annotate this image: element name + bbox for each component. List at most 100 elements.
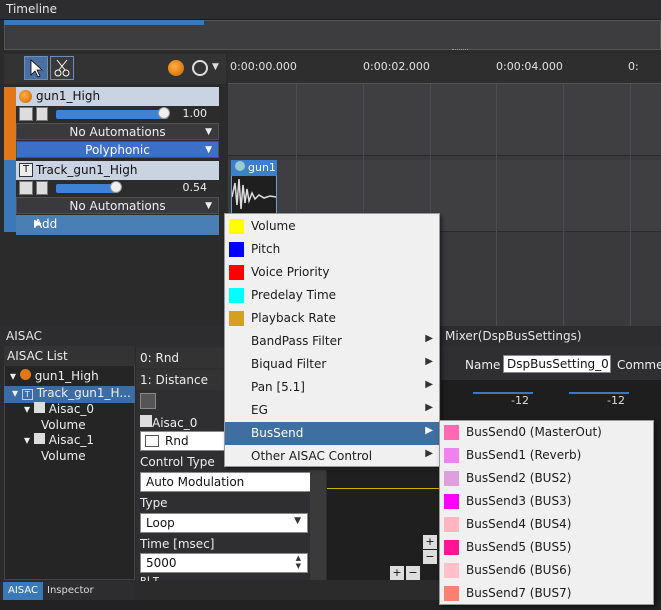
type-select[interactable]: Loop ▼ [140,513,308,533]
menu-item-pitch[interactable]: Pitch [225,238,439,261]
record-ball-icon[interactable] [168,60,184,76]
ruler-tick-label: 0:00:00.000 [230,60,297,73]
color-swatch-icon [444,586,459,601]
menu-item-biquad-filter[interactable]: Biquad Filter ▶ [225,353,439,376]
trash-icon[interactable] [36,181,48,195]
partial-label: Rl T [140,576,159,581]
color-swatch-icon [229,219,244,234]
waveform-label: gun1 [248,161,276,174]
cue-header[interactable]: gun1_High [16,87,219,106]
splitter-grip[interactable] [452,49,468,52]
cut-tool-button[interactable] [50,56,74,80]
mixer-name-input[interactable]: DspBusSetting_0 [503,355,611,373]
submenu-item-bussend0[interactable]: BusSend0 (MasterOut) [440,421,653,444]
tree-item-aisac-1[interactable]: ▾ Aisac_1 [24,433,94,447]
track-header[interactable]: T Track_gun1_High [16,161,219,180]
submenu-item-label: BusSend0 (MasterOut) [466,425,602,439]
control-type-label: Control Type [140,455,215,469]
rnd-button[interactable]: Rnd [140,431,230,451]
panel-tabs: AISAC Inspector [0,582,135,600]
menu-item-voice-priority[interactable]: Voice Priority [225,261,439,284]
submenu-item-bussend1[interactable]: BusSend1 (Reverb) [440,444,653,467]
plus-icon[interactable]: + [423,535,437,549]
submenu-item-bussend6[interactable]: BusSend6 (BUS6) [440,559,653,582]
waveform-header[interactable]: gun1 [231,160,277,176]
ruler-tick-label: 0: [628,60,639,73]
color-swatch-icon [444,471,459,486]
track-volume-slider[interactable]: 0.54 [16,180,219,197]
color-swatch-icon [444,563,459,578]
cue-automation-value: No Automations [69,125,166,139]
track-icon: T [19,163,33,177]
submenu-item-label: BusSend4 (BUS4) [466,517,572,531]
menu-item-eg[interactable]: EG ▶ [225,399,439,422]
trash-icon[interactable] [36,107,48,121]
tree-item-aisac-0[interactable]: ▾ Aisac_0 [24,402,94,416]
submenu-item-label: BusSend5 (BUS5) [466,540,572,554]
aisac-graph-icon[interactable] [19,107,33,121]
chevron-right-icon: ▶ [425,425,433,436]
spinner-icon[interactable]: ▲ ▼ [296,554,301,570]
menu-item-playback-rate[interactable]: Playback Rate [225,307,439,330]
cue-volume-slider[interactable]: 1.00 [16,106,219,123]
tree-item-volume[interactable]: Volume [41,418,86,432]
cue-lane [228,84,661,156]
menu-item-label: Voice Priority [251,265,330,279]
add-menu-item[interactable]: Add ▶ [16,215,219,235]
menu-item-other-aisac-control[interactable]: Other AISAC Control ▶ [225,445,439,468]
select-tool-button[interactable] [24,56,48,80]
chevron-down-icon: ▼ [205,145,212,155]
tab-inspector[interactable]: Inspector [42,582,99,600]
properties-scrollbar[interactable] [310,470,326,580]
aisac-list-header: AISAC List [4,346,135,366]
tree-item-cue[interactable]: ▾ gun1_High [10,369,99,383]
cue-volume-knob[interactable] [158,107,170,119]
cue-mode-select[interactable]: Polyphonic ▼ [16,141,219,158]
color-swatch-icon [229,242,244,257]
chevron-right-icon: ▶ [425,402,433,413]
time-value: 5000 [146,556,177,570]
control-type-select[interactable]: Auto Modulation▼ [140,472,325,492]
aisac-graph-icon[interactable] [19,181,33,195]
chevron-right-icon: ▶ [34,218,42,229]
minus-icon[interactable]: − [406,566,420,580]
time-ruler[interactable]: 0:00:00.000 0:00:02.000 0:00:04.000 0: [228,54,661,84]
tree-item-track[interactable]: ▾ T Track_gun1_H... [4,386,135,403]
submenu-item-bussend3[interactable]: BusSend3 (BUS3) [440,490,653,513]
scissors-icon [54,59,70,77]
mixer-level-b: -12 [569,392,629,412]
collapse-icon: ▾ [24,402,31,416]
track-automation-select[interactable]: No Automations ▼ [16,197,219,214]
submenu-item-bussend2[interactable]: BusSend2 (BUS2) [440,467,653,490]
tree-label: gun1_High [34,369,99,383]
cue-name: gun1_High [36,89,101,103]
chevron-right-icon: ▶ [425,333,433,344]
cue-mode-value: Polyphonic [85,143,150,157]
tree-item-volume[interactable]: Volume [41,449,86,463]
chevron-down-icon[interactable]: ▼ [212,62,219,72]
menu-item-volume[interactable]: Volume [225,215,439,238]
menu-item-pan[interactable]: Pan [5.1] ▶ [225,376,439,399]
cursor-icon [30,59,44,78]
submenu-item-bussend5[interactable]: BusSend5 (BUS5) [440,536,653,559]
rnd-icon [145,435,159,447]
clock-icon[interactable] [192,60,208,76]
cue-automation-select[interactable]: No Automations ▼ [16,123,219,140]
submenu-item-bussend7[interactable]: BusSend7 (BUS7) [440,582,653,605]
submenu-item-bussend4[interactable]: BusSend4 (BUS4) [440,513,653,536]
color-swatch-icon [444,517,459,532]
track-volume-knob[interactable] [110,181,122,193]
menu-item-predelay-time[interactable]: Predelay Time [225,284,439,307]
minus-icon[interactable]: − [423,550,437,564]
menu-item-bandpass-filter[interactable]: BandPass Filter ▶ [225,330,439,353]
track-icon: T [21,389,33,400]
ruler-tick-label: 0:00:02.000 [363,60,430,73]
time-input[interactable]: 5000 ▲ ▼ [140,553,308,573]
collapse-icon: ▾ [24,433,31,447]
plus-icon[interactable]: + [390,566,404,580]
grid-icon[interactable] [140,393,156,409]
mixer-comment-label: Commen [617,358,661,372]
menu-item-bussend[interactable]: BusSend ▶ [225,422,439,445]
chevron-down-icon: ▼ [205,127,212,137]
tab-aisac[interactable]: AISAC [3,582,43,600]
